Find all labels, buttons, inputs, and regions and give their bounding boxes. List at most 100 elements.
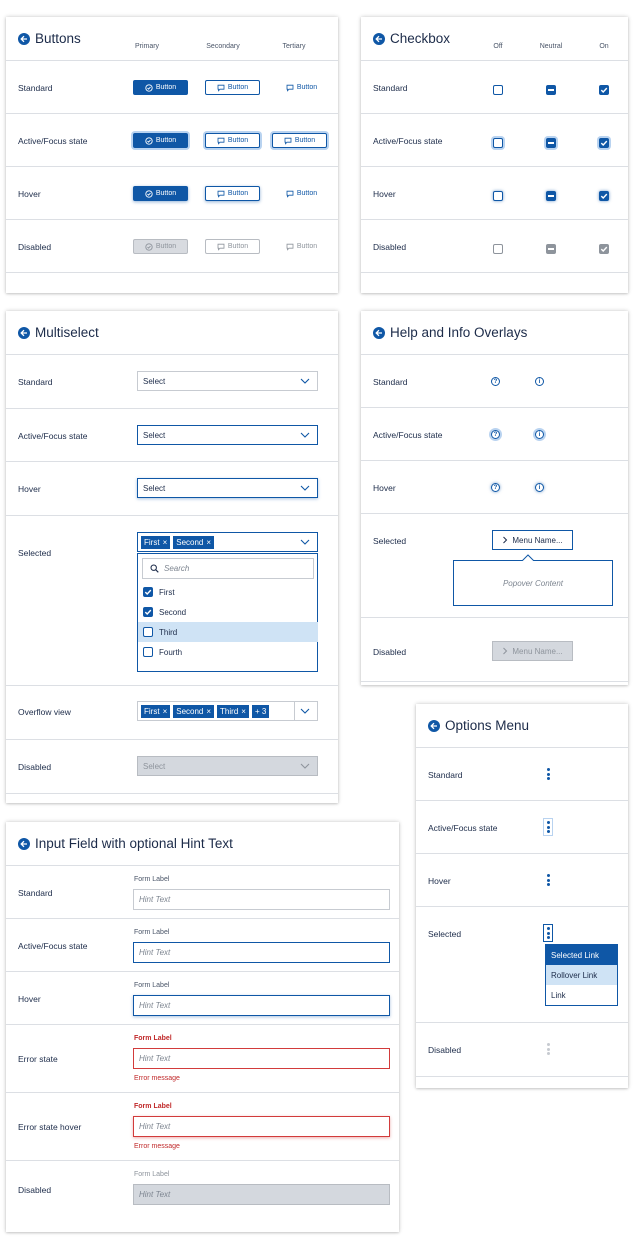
multiselect-dropdown[interactable]: Select — [137, 371, 318, 391]
col-on: On — [599, 43, 609, 50]
search-input[interactable]: Search — [142, 558, 314, 579]
back-arrow-icon[interactable] — [428, 719, 440, 732]
input-row-disabled: Disabled Form Label Hint Text — [6, 1161, 399, 1229]
kebab-menu-icon[interactable] — [543, 818, 553, 836]
text-input[interactable]: Hint Text — [133, 889, 390, 910]
input-field-card: Input Field with optional Hint Text Stan… — [6, 822, 399, 1232]
form-label: Form Label — [134, 929, 170, 936]
options-row-disabled: Disabled — [416, 1023, 628, 1077]
checkbox-on[interactable] — [599, 85, 609, 95]
multiselect-dropdown-overflow[interactable]: First × Second × Third × + 3 — [137, 701, 318, 721]
back-arrow-icon[interactable] — [18, 837, 30, 850]
chip-second[interactable]: Second × — [173, 535, 215, 549]
chip-second[interactable]: Second × — [173, 704, 215, 718]
option-second[interactable]: Second — [138, 602, 318, 622]
multiselect-dropdown[interactable]: Select — [137, 425, 318, 445]
help-row-selected: Selected Menu Name... Popover Content — [361, 514, 628, 618]
checkbox-neutral-disabled — [546, 244, 556, 254]
multiselect-dropdown-open[interactable]: First × Second × — [137, 532, 318, 552]
kebab-menu-icon[interactable] — [545, 767, 551, 781]
checkbox-neutral[interactable] — [546, 85, 556, 95]
chip-first[interactable]: First × — [141, 704, 171, 718]
buttons-card: Buttons Primary Secondary Tertiary Stand… — [6, 17, 338, 293]
menu-item-link[interactable]: Link — [546, 985, 617, 1005]
help-row-standard: Standard ? i — [361, 355, 628, 408]
secondary-button[interactable]: Button — [205, 133, 260, 148]
tertiary-button[interactable]: Button — [274, 186, 329, 201]
tertiary-button[interactable]: Button — [274, 80, 329, 95]
checkbox-title: Checkbox — [373, 31, 450, 46]
kebab-menu-icon[interactable] — [545, 873, 551, 887]
chevron-down-icon — [300, 539, 310, 545]
back-arrow-icon[interactable] — [18, 32, 30, 45]
text-input[interactable]: Hint Text — [133, 942, 390, 963]
help-title: Help and Info Overlays — [373, 325, 527, 340]
checkbox-off[interactable] — [493, 191, 503, 201]
options-row-focus: Active/Focus state — [416, 801, 628, 854]
chevron-down-icon — [300, 485, 310, 491]
info-icon[interactable]: i — [535, 430, 544, 439]
input-header: Input Field with optional Hint Text — [6, 822, 399, 866]
chip-first[interactable]: First × — [141, 535, 171, 549]
multiselect-options-panel: Search First Second Third Fourth — [137, 553, 318, 672]
options-row-selected: Selected Selected Link Rollover Link Lin… — [416, 907, 628, 1023]
option-fourth[interactable]: Fourth — [138, 642, 318, 662]
checkbox-neutral[interactable] — [546, 138, 556, 148]
row-label: Hover — [18, 189, 41, 199]
overflow-count-badge[interactable]: + 3 — [251, 704, 270, 718]
option-first[interactable]: First — [138, 582, 318, 602]
checkbox-off[interactable] — [493, 85, 503, 95]
col-secondary: Secondary — [206, 43, 240, 50]
back-arrow-icon[interactable] — [18, 326, 30, 339]
checkbox-on[interactable] — [599, 191, 609, 201]
error-message: Error message — [134, 1075, 180, 1082]
secondary-button[interactable]: Button — [205, 186, 260, 201]
info-icon[interactable]: i — [535, 377, 544, 386]
info-icon[interactable]: i — [535, 483, 544, 492]
text-input-error[interactable]: Hint Text — [133, 1116, 390, 1137]
option-third[interactable]: Third — [138, 622, 318, 642]
checkbox-unchecked — [143, 627, 153, 637]
help-icon[interactable]: ? — [491, 377, 500, 386]
popover-panel: Popover Content — [453, 560, 613, 606]
primary-button[interactable]: Button — [133, 133, 188, 148]
col-tertiary: Tertiary — [282, 43, 306, 50]
checkbox-off-disabled — [493, 244, 503, 254]
options-header: Options Menu — [416, 704, 628, 748]
form-label: Form Label — [134, 876, 170, 883]
menu-item-selected-link[interactable]: Selected Link — [546, 945, 617, 965]
back-arrow-icon[interactable] — [373, 326, 385, 339]
checkbox-row-focus: Active/Focus state — [361, 114, 628, 167]
check-icon — [600, 87, 608, 94]
error-message: Error message — [134, 1143, 180, 1150]
primary-button[interactable]: Button — [133, 186, 188, 201]
help-icon[interactable]: ? — [491, 483, 500, 492]
multiselect-dropdown[interactable]: Select — [137, 478, 318, 498]
checkbox-on-disabled — [599, 244, 609, 254]
help-row-focus: Active/Focus state ? i — [361, 408, 628, 461]
menu-item-rollover-link[interactable]: Rollover Link — [546, 965, 617, 985]
checkbox-on[interactable] — [599, 138, 609, 148]
form-label-error: Form Label — [134, 1103, 172, 1110]
text-input-error[interactable]: Hint Text — [133, 1048, 390, 1069]
form-label: Form Label — [134, 982, 170, 989]
tertiary-button[interactable]: Button — [272, 133, 327, 148]
checkbox-card: Checkbox Off Neutral On Standard Active/… — [361, 17, 628, 293]
chip-third[interactable]: Third × — [217, 704, 249, 718]
checkbox-neutral[interactable] — [546, 191, 556, 201]
check-circle-icon — [145, 242, 153, 251]
help-icon[interactable]: ? — [491, 430, 500, 439]
buttons-title-text: Buttons — [35, 31, 81, 46]
menu-name-button-disabled: Menu Name... — [492, 641, 573, 661]
kebab-menu-icon-disabled — [545, 1042, 551, 1056]
checkbox-off[interactable] — [493, 138, 503, 148]
multiselect-title: Multiselect — [18, 325, 99, 340]
checkbox-header: Checkbox Off Neutral On — [361, 17, 628, 61]
text-input[interactable]: Hint Text — [133, 995, 390, 1016]
kebab-menu-icon[interactable] — [543, 924, 553, 942]
secondary-button[interactable]: Button — [205, 80, 260, 95]
popover-content: Popover Content — [502, 578, 564, 588]
primary-button[interactable]: Button — [133, 80, 188, 95]
menu-name-button[interactable]: Menu Name... — [492, 530, 573, 550]
back-arrow-icon[interactable] — [373, 32, 385, 45]
